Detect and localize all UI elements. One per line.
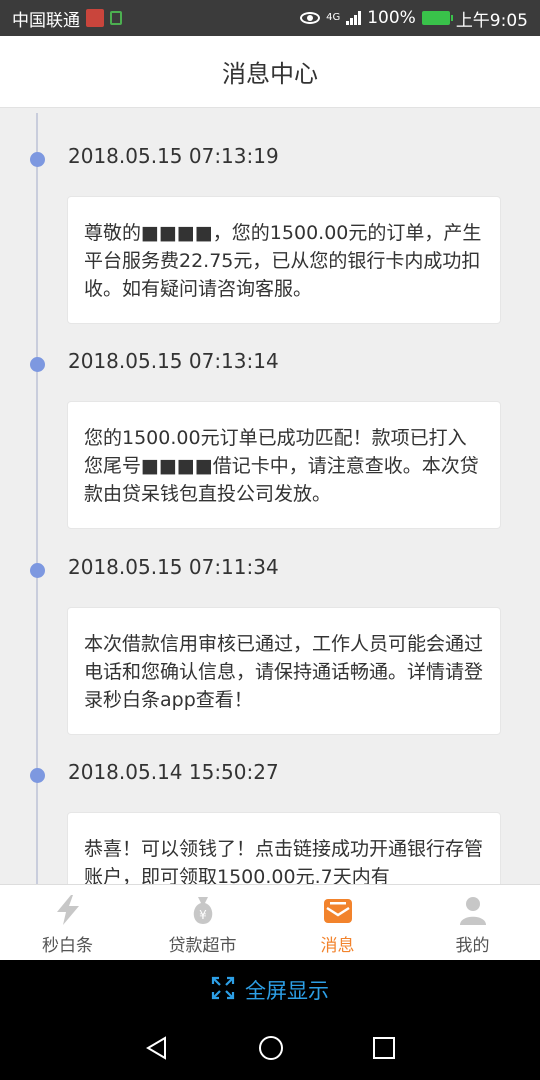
tab-label: 消息 bbox=[320, 936, 355, 956]
lightning-icon bbox=[51, 893, 85, 927]
message-envelope-icon bbox=[321, 893, 355, 927]
page-title: 消息中心 bbox=[222, 60, 318, 88]
page-header: 消息中心 bbox=[0, 36, 540, 108]
carrier-name: 中国联通 bbox=[12, 10, 80, 31]
recents-icon[interactable] bbox=[372, 1036, 396, 1064]
svg-text:¥: ¥ bbox=[199, 908, 207, 922]
clock: 上午9:05 bbox=[455, 10, 528, 31]
message-card[interactable]: 本次借款信用审核已通过，工作人员可能会通过电话和您确认信息，请保持通话畅通。详情… bbox=[67, 607, 501, 735]
eye-comfort-icon bbox=[300, 12, 321, 24]
message-card[interactable]: 尊敬的■■■■，您的1500.00元的订单，产生平台服务费22.75元，已从您的… bbox=[67, 196, 501, 324]
user-profile-icon bbox=[456, 893, 490, 927]
battery-icon bbox=[421, 11, 453, 25]
message-time: 2018.05.14 15:50:27 bbox=[68, 760, 279, 784]
bottom-tab-bar: 秒白条 ¥ 贷款超市 消息 我的 bbox=[0, 884, 540, 960]
fullscreen-button[interactable]: 全屏显示 bbox=[0, 960, 540, 1020]
message-card[interactable]: 您的1500.00元订单已成功匹配！款项已打入您尾号■■■■借记卡中，请注意查收… bbox=[67, 401, 501, 529]
status-bar: 中国联通 4G 100% 上午9:05 bbox=[0, 0, 540, 36]
system-nav-bar bbox=[0, 1020, 540, 1080]
message-time: 2018.05.15 07:11:34 bbox=[68, 555, 279, 579]
app-notification-icon bbox=[86, 9, 104, 27]
message-card[interactable]: 恭喜！可以领钱了！点击链接成功开通银行存管账户，即可领取1500.00元.7天内… bbox=[67, 812, 501, 884]
tab-loan-market[interactable]: ¥ 贷款超市 bbox=[135, 885, 270, 960]
tab-label: 贷款超市 bbox=[168, 936, 237, 956]
message-time: 2018.05.15 07:13:14 bbox=[68, 349, 279, 373]
message-timeline[interactable]: 2018.05.15 07:13:19 尊敬的■■■■，您的1500.00元的订… bbox=[0, 108, 540, 884]
signal-icon bbox=[346, 11, 362, 25]
timeline-dot bbox=[30, 563, 45, 578]
timeline-dot bbox=[30, 768, 45, 783]
message-time: 2018.05.15 07:13:19 bbox=[68, 144, 279, 168]
tab-messages[interactable]: 消息 bbox=[270, 885, 405, 960]
expand-icon bbox=[211, 976, 235, 1004]
timeline-dot bbox=[30, 357, 45, 372]
tab-label: 秒白条 bbox=[42, 936, 93, 956]
battery-percent: 100% bbox=[367, 8, 416, 28]
tab-mine[interactable]: 我的 bbox=[405, 885, 540, 960]
tab-miaobaitiao[interactable]: 秒白条 bbox=[0, 885, 135, 960]
lock-icon bbox=[110, 11, 122, 25]
home-icon[interactable] bbox=[257, 1034, 285, 1066]
tab-label: 我的 bbox=[455, 936, 490, 956]
back-icon[interactable] bbox=[144, 1035, 170, 1065]
timeline-dot bbox=[30, 152, 45, 167]
network-type: 4G bbox=[326, 12, 341, 23]
money-bag-icon: ¥ bbox=[186, 893, 220, 927]
fullscreen-label: 全屏显示 bbox=[245, 979, 329, 1003]
